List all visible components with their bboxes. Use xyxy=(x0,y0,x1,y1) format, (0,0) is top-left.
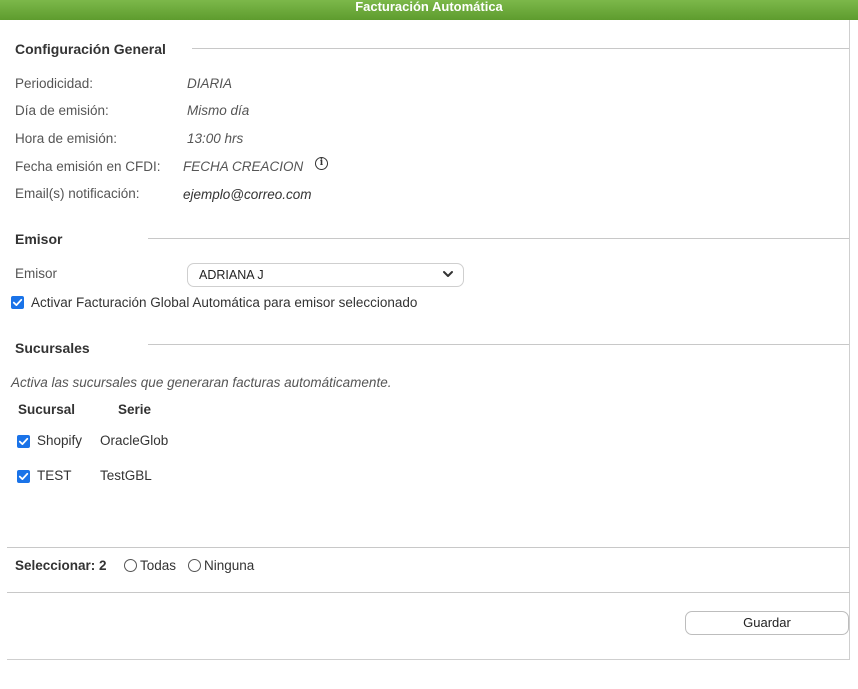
section-emisor-heading: Emisor xyxy=(15,231,62,247)
section-config-title: Configuración General xyxy=(15,41,166,57)
sucursal-name: TEST xyxy=(37,468,72,483)
radio-todas[interactable] xyxy=(124,559,137,572)
sucursal-checkbox-shopify[interactable] xyxy=(17,435,30,448)
seleccionar-count: Seleccionar: 2 xyxy=(15,558,107,573)
email-notificacion-value: ejemplo@correo.com xyxy=(183,187,312,202)
checkmark-icon xyxy=(18,472,29,480)
radio-ninguna-label[interactable]: Ninguna xyxy=(204,558,254,573)
column-header-serie: Serie xyxy=(118,402,152,417)
footer-bottom-rule xyxy=(7,592,850,593)
section-emisor-title: Emisor xyxy=(15,231,63,247)
sucursales-hint: Activa las sucursales que generaran fact… xyxy=(11,375,392,390)
radio-ninguna[interactable] xyxy=(188,559,201,572)
info-circle-icon[interactable]: i xyxy=(315,157,328,170)
checkmark-icon xyxy=(12,298,23,306)
radio-todas-label[interactable]: Todas xyxy=(140,558,176,573)
fecha-cfdi-value: FECHA CREACION xyxy=(183,159,304,174)
section-sucursales-heading: Sucursales xyxy=(15,340,90,356)
dia-emision-value: Mismo día xyxy=(187,103,250,118)
section-config-heading: Configuración General xyxy=(15,41,166,57)
activar-global-checkbox[interactable] xyxy=(11,296,24,309)
emisor-select[interactable]: ADRIANA J xyxy=(187,263,464,287)
window-title: Facturación Automática xyxy=(355,0,503,14)
chevron-down-icon xyxy=(443,271,453,277)
window-titlebar: Facturación Automática xyxy=(0,0,858,20)
save-button[interactable]: Guardar xyxy=(685,611,849,635)
footer-top-rule xyxy=(7,547,850,548)
email-notificacion-label: Email(s) notificación: xyxy=(15,186,140,201)
activar-global-label[interactable]: Activar Facturación Global Automática pa… xyxy=(31,295,417,310)
periodicidad-label: Periodicidad: xyxy=(15,76,94,91)
section-sucursales-rule xyxy=(148,344,849,345)
section-sucursales-title: Sucursales xyxy=(15,340,90,356)
sucursal-serie: TestGBL xyxy=(100,468,152,483)
emisor-label: Emisor xyxy=(15,266,58,281)
section-config-rule xyxy=(192,48,849,49)
hora-emision-value: 13:00 hrs xyxy=(187,131,244,146)
column-header-sucursal: Sucursal xyxy=(18,402,76,417)
section-emisor-rule xyxy=(148,238,849,239)
sucursal-checkbox-test[interactable] xyxy=(17,470,30,483)
fecha-cfdi-label: Fecha emisión en CFDI: xyxy=(15,159,161,174)
save-button-label: Guardar xyxy=(743,615,791,630)
dia-emision-label: Día de emisión: xyxy=(15,103,109,118)
emisor-select-value: ADRIANA J xyxy=(199,268,264,282)
checkmark-icon xyxy=(18,437,29,445)
sucursal-name: Shopify xyxy=(37,433,83,448)
hora-emision-label: Hora de emisión: xyxy=(15,131,118,146)
periodicidad-value: DIARIA xyxy=(187,76,233,91)
sucursal-serie: OracleGlob xyxy=(100,433,169,448)
